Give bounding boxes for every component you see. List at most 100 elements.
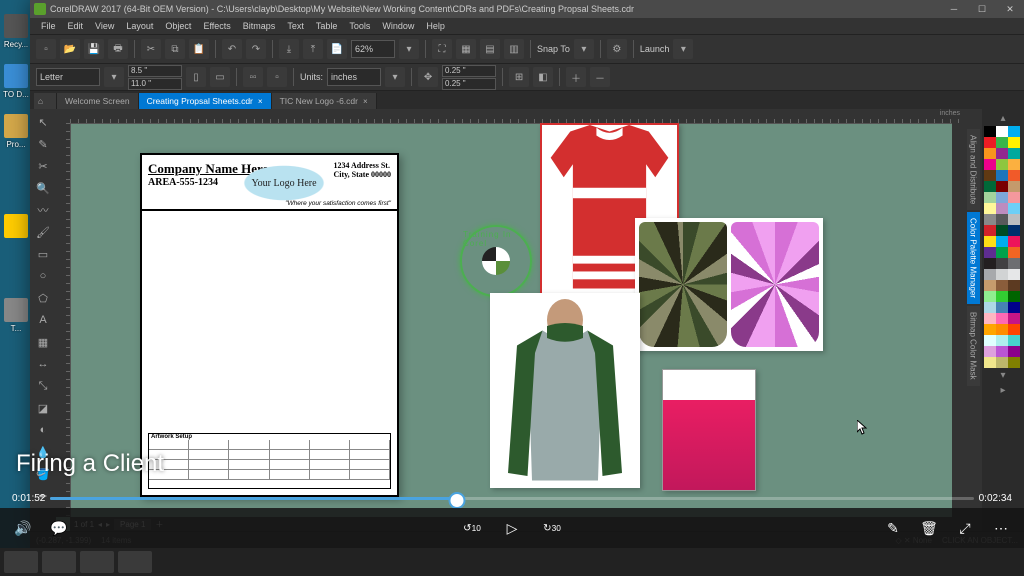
snap-dropdown[interactable]: ▾: [574, 39, 594, 59]
color-swatch[interactable]: [984, 247, 996, 258]
color-swatch[interactable]: [1008, 346, 1020, 357]
menu-object[interactable]: Object: [160, 20, 196, 32]
menu-text[interactable]: Text: [282, 20, 309, 32]
color-swatch[interactable]: [984, 236, 996, 247]
docker-align[interactable]: Align and Distribute: [967, 129, 980, 210]
crop-tool[interactable]: ✂: [31, 155, 55, 177]
fullscreen-button[interactable]: ⛶: [432, 39, 452, 59]
titlebar[interactable]: CorelDRAW 2017 (64-Bit OEM Version) - C:…: [30, 0, 1024, 18]
color-swatch[interactable]: [984, 126, 996, 137]
menu-layout[interactable]: Layout: [121, 20, 158, 32]
desktop-icon-recycle[interactable]: Recy...: [2, 14, 30, 49]
color-swatch[interactable]: [984, 302, 996, 313]
docker-palette[interactable]: Color Palette Manager: [967, 212, 980, 304]
delete-preset-button[interactable]: －: [590, 67, 610, 87]
color-swatch[interactable]: [984, 258, 996, 269]
horizontal-ruler[interactable]: inches: [70, 109, 964, 124]
shape-tool[interactable]: ✎: [31, 133, 55, 155]
color-swatch[interactable]: [984, 203, 996, 214]
color-swatch[interactable]: [984, 214, 996, 225]
desktop-icon-gdoc[interactable]: [2, 214, 30, 240]
page-tab-1[interactable]: Page 1: [114, 519, 151, 530]
artistic-media-tool[interactable]: 🖌: [31, 221, 55, 243]
color-swatch[interactable]: [984, 159, 996, 170]
color-swatch[interactable]: [996, 148, 1008, 159]
drawing-canvas[interactable]: Company Name Here AREA-555-1234 Your Log…: [70, 123, 964, 517]
color-swatch[interactable]: [984, 324, 996, 335]
color-swatch[interactable]: [1008, 170, 1020, 181]
nudge-y-input[interactable]: [442, 78, 496, 90]
color-swatch[interactable]: [996, 247, 1008, 258]
add-preset-button[interactable]: ＋: [566, 67, 586, 87]
portrait-button[interactable]: ▯: [186, 67, 206, 87]
ruler-origin[interactable]: [56, 109, 70, 123]
menu-bitmaps[interactable]: Bitmaps: [238, 20, 281, 32]
table-tool[interactable]: ▦: [31, 331, 55, 353]
proposal-sheet[interactable]: Company Name Here AREA-555-1234 Your Log…: [140, 153, 399, 497]
color-swatch[interactable]: [1008, 258, 1020, 269]
transparency-tool[interactable]: ◐: [31, 419, 55, 441]
color-swatch[interactable]: [996, 203, 1008, 214]
color-swatch[interactable]: [984, 357, 996, 368]
minimize-button[interactable]: ─: [940, 0, 968, 18]
polygon-tool[interactable]: ⬠: [31, 287, 55, 309]
color-swatch[interactable]: [984, 280, 996, 291]
color-swatch[interactable]: [984, 346, 996, 357]
color-swatch[interactable]: [1008, 148, 1020, 159]
color-swatch[interactable]: [1008, 203, 1020, 214]
home-tab[interactable]: ⌂: [34, 93, 57, 109]
rectangle-tool[interactable]: ▭: [31, 243, 55, 265]
color-swatch[interactable]: [996, 258, 1008, 269]
dropshadow-tool[interactable]: ◪: [31, 397, 55, 419]
color-swatch[interactable]: [996, 225, 1008, 236]
launch-dropdown[interactable]: ▾: [673, 39, 693, 59]
mermaid-blanket-image[interactable]: [662, 369, 756, 491]
task-item[interactable]: [80, 551, 114, 573]
color-swatch[interactable]: [1008, 159, 1020, 170]
menu-window[interactable]: Window: [377, 20, 419, 32]
welcome-tab[interactable]: Welcome Screen: [57, 93, 139, 109]
menu-help[interactable]: Help: [421, 20, 450, 32]
import-button[interactable]: ⤓: [279, 39, 299, 59]
units-select[interactable]: [327, 68, 381, 86]
palette-down[interactable]: ▾: [984, 368, 1022, 383]
close-button[interactable]: ✕: [996, 0, 1024, 18]
color-swatch[interactable]: [996, 313, 1008, 324]
palette-flyout[interactable]: ▸: [984, 383, 1022, 398]
color-swatch[interactable]: [1008, 357, 1020, 368]
maximize-button[interactable]: ☐: [968, 0, 996, 18]
active-document-tab[interactable]: Creating Propsal Sheets.cdr×: [139, 93, 272, 109]
page-width-input[interactable]: [128, 65, 182, 77]
treat-as-filled-button[interactable]: ◧: [533, 67, 553, 87]
ellipse-tool[interactable]: ○: [31, 265, 55, 287]
menu-effects[interactable]: Effects: [198, 20, 235, 32]
color-swatch[interactable]: [996, 214, 1008, 225]
canvas-area[interactable]: inches Company Name Here AREA-555-1234 Y…: [56, 109, 964, 531]
page-navigator[interactable]: 1 of 1 ◂▸ Page 1 ＋: [70, 517, 964, 531]
color-swatch[interactable]: [984, 313, 996, 324]
menu-table[interactable]: Table: [311, 20, 343, 32]
undo-button[interactable]: ↶: [222, 39, 242, 59]
color-swatch[interactable]: [1008, 302, 1020, 313]
rulers-button[interactable]: ▦: [456, 39, 476, 59]
color-swatch[interactable]: [996, 357, 1008, 368]
desktop-icon-folder[interactable]: T...: [2, 298, 30, 333]
camo-shirts-image[interactable]: [635, 218, 823, 351]
color-swatch[interactable]: [996, 269, 1008, 280]
zoom-input[interactable]: [351, 40, 395, 58]
dimension-tool[interactable]: ↔: [31, 353, 55, 375]
windows-taskbar[interactable]: [0, 548, 1024, 576]
training-logo[interactable]: Training In Corel: [460, 225, 532, 297]
color-swatch[interactable]: [996, 181, 1008, 192]
guides-button[interactable]: ▥: [504, 39, 524, 59]
task-item[interactable]: [118, 551, 152, 573]
color-swatch[interactable]: [1008, 247, 1020, 258]
color-swatch[interactable]: [984, 192, 996, 203]
cut-button[interactable]: ✂: [141, 39, 161, 59]
all-pages-button[interactable]: ▫▫: [243, 67, 263, 87]
raglan-hoodie-image[interactable]: [490, 293, 640, 488]
color-swatch[interactable]: [996, 302, 1008, 313]
color-swatch[interactable]: [1008, 214, 1020, 225]
color-swatch[interactable]: [996, 324, 1008, 335]
paste-button[interactable]: 📋: [189, 39, 209, 59]
